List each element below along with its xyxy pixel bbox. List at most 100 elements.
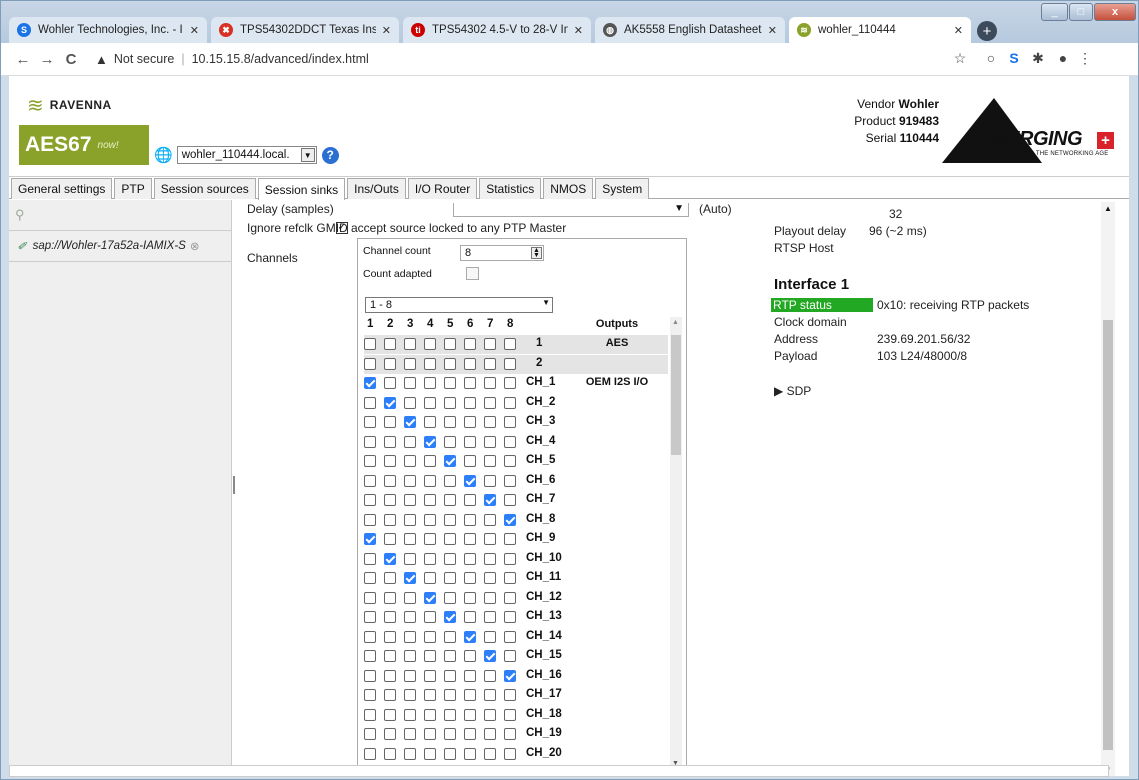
route-checkbox[interactable] xyxy=(404,513,416,526)
route-checkbox[interactable] xyxy=(444,494,456,506)
route-checkbox[interactable] xyxy=(504,416,516,428)
route-checkbox[interactable] xyxy=(384,513,396,526)
pin-icon[interactable]: ⚲ xyxy=(15,207,25,223)
route-checkbox[interactable] xyxy=(504,494,516,506)
route-checkbox[interactable] xyxy=(364,689,376,701)
route-checkbox[interactable] xyxy=(384,455,396,467)
route-checkbox[interactable] xyxy=(384,611,396,623)
route-checkbox[interactable] xyxy=(364,728,376,740)
route-checkbox[interactable] xyxy=(364,396,376,409)
tab-session-sinks[interactable]: Session sinks xyxy=(257,178,346,200)
route-checkbox[interactable] xyxy=(444,689,456,701)
close-icon[interactable]: ⊗ xyxy=(190,239,200,253)
route-checkbox[interactable] xyxy=(444,474,456,487)
route-checkbox[interactable] xyxy=(404,689,416,701)
matrix-scrollbar[interactable]: ▲ ▼ xyxy=(670,317,682,769)
route-checkbox[interactable] xyxy=(404,630,416,643)
route-checkbox[interactable] xyxy=(384,533,396,545)
route-checkbox[interactable] xyxy=(424,396,436,409)
route-checkbox[interactable] xyxy=(384,435,396,448)
route-checkbox[interactable] xyxy=(364,338,376,350)
route-checkbox[interactable] xyxy=(464,630,476,643)
route-checkbox[interactable] xyxy=(504,474,516,487)
route-checkbox[interactable] xyxy=(464,591,476,604)
route-checkbox[interactable] xyxy=(444,650,456,662)
route-checkbox[interactable] xyxy=(504,552,516,565)
route-checkbox[interactable] xyxy=(444,416,456,428)
tab-i-o-router[interactable]: I/O Router xyxy=(407,178,478,199)
route-checkbox[interactable] xyxy=(424,416,436,428)
route-checkbox[interactable] xyxy=(464,728,476,740)
route-checkbox[interactable] xyxy=(404,708,416,721)
route-checkbox[interactable] xyxy=(384,416,396,428)
route-checkbox[interactable] xyxy=(464,338,476,350)
route-checkbox[interactable] xyxy=(364,747,376,760)
route-checkbox[interactable] xyxy=(464,572,476,584)
route-checkbox[interactable] xyxy=(384,552,396,565)
route-checkbox[interactable] xyxy=(464,377,476,389)
route-checkbox[interactable] xyxy=(424,494,436,506)
route-checkbox[interactable] xyxy=(424,338,436,350)
tab-nmos[interactable]: NMOS xyxy=(543,178,594,199)
route-checkbox[interactable] xyxy=(464,552,476,565)
route-checkbox[interactable] xyxy=(444,533,456,545)
host-dropdown[interactable]: wohler_110444.local. ▼ xyxy=(176,146,317,164)
browser-tab[interactable]: ti TPS54302 4.5-V to 28-V Inpu ✕ xyxy=(403,17,591,43)
route-checkbox[interactable] xyxy=(444,747,456,760)
route-checkbox[interactable] xyxy=(384,669,396,682)
route-checkbox[interactable] xyxy=(484,552,496,565)
route-checkbox[interactable] xyxy=(364,416,376,428)
route-checkbox[interactable] xyxy=(424,728,436,740)
route-checkbox[interactable] xyxy=(404,357,416,370)
route-checkbox[interactable] xyxy=(504,396,516,409)
route-checkbox[interactable] xyxy=(464,689,476,701)
tab-session-sources[interactable]: Session sources xyxy=(153,178,256,199)
scroll-up-icon[interactable]: ▲ xyxy=(672,319,679,326)
route-checkbox[interactable] xyxy=(384,357,396,370)
route-checkbox[interactable] xyxy=(364,435,376,448)
route-checkbox[interactable] xyxy=(504,650,516,662)
extensions-icon[interactable]: ✱ xyxy=(1029,50,1047,67)
route-checkbox[interactable] xyxy=(484,591,496,604)
menu-icon[interactable]: ⋮ xyxy=(1076,50,1094,67)
route-checkbox[interactable] xyxy=(504,728,516,740)
route-checkbox[interactable] xyxy=(444,396,456,409)
route-checkbox[interactable] xyxy=(384,494,396,506)
route-checkbox[interactable] xyxy=(464,650,476,662)
route-checkbox[interactable] xyxy=(504,591,516,604)
route-checkbox[interactable] xyxy=(444,552,456,565)
close-tab-icon[interactable]: ✕ xyxy=(574,24,583,37)
route-checkbox[interactable] xyxy=(424,513,436,526)
route-checkbox[interactable] xyxy=(404,611,416,623)
route-checkbox[interactable] xyxy=(484,650,496,662)
route-checkbox[interactable] xyxy=(464,416,476,428)
route-checkbox[interactable] xyxy=(464,708,476,721)
route-checkbox[interactable] xyxy=(424,455,436,467)
scroll-up-icon[interactable]: ▲ xyxy=(1104,204,1112,213)
route-checkbox[interactable] xyxy=(424,533,436,545)
route-checkbox[interactable] xyxy=(424,474,436,487)
route-checkbox[interactable] xyxy=(484,533,496,545)
reload-button[interactable]: C xyxy=(59,51,83,68)
route-checkbox[interactable] xyxy=(504,572,516,584)
route-checkbox[interactable] xyxy=(504,747,516,760)
route-checkbox[interactable] xyxy=(384,630,396,643)
sdp-toggle[interactable]: ▶ SDP xyxy=(774,384,811,398)
route-checkbox[interactable] xyxy=(364,513,376,526)
tab-ptp[interactable]: PTP xyxy=(114,178,152,199)
minimize-button[interactable]: _ xyxy=(1041,3,1068,21)
route-checkbox[interactable] xyxy=(444,572,456,584)
route-checkbox[interactable] xyxy=(484,513,496,526)
route-checkbox[interactable] xyxy=(384,689,396,701)
route-checkbox[interactable] xyxy=(444,669,456,682)
route-checkbox[interactable] xyxy=(444,611,456,623)
route-checkbox[interactable] xyxy=(484,689,496,701)
route-checkbox[interactable] xyxy=(364,377,376,389)
route-checkbox[interactable] xyxy=(464,494,476,506)
route-checkbox[interactable] xyxy=(424,747,436,760)
route-checkbox[interactable] xyxy=(424,611,436,623)
route-checkbox[interactable] xyxy=(384,474,396,487)
route-checkbox[interactable] xyxy=(364,455,376,467)
route-checkbox[interactable] xyxy=(364,494,376,506)
route-checkbox[interactable] xyxy=(484,494,496,506)
